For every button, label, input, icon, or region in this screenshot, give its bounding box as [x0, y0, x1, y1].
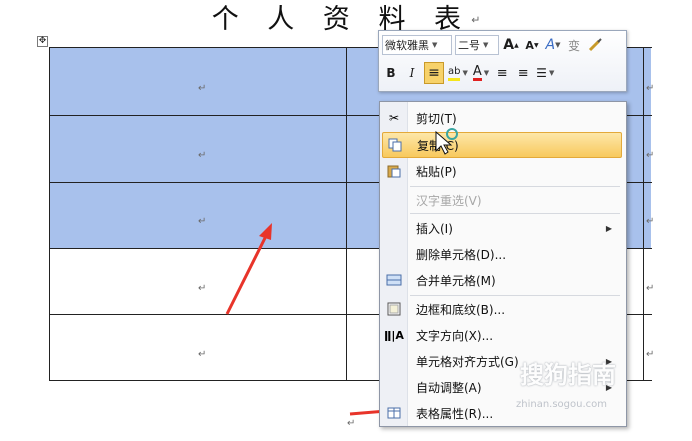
menu-separator [410, 213, 620, 214]
bullets-icon: ☰ [536, 66, 547, 80]
mini-toolbar: 微软雅黑 ▼ 二号 ▼ A ▲ A ▼ A ▼ 变 B I ≡ ab ▼ A ▼ ≡ ≡ ☰ ▼ [378, 30, 627, 92]
menu-separator [410, 186, 620, 187]
submenu-arrow-icon: ▶ [605, 223, 612, 233]
shrink-font-icon: A [525, 38, 534, 52]
menu-item-label: 边框和底纹(B)... [416, 302, 506, 317]
menu-item-paste[interactable]: 粘贴(P) [382, 159, 622, 183]
center-align-button[interactable]: ≡ [424, 62, 444, 84]
chevron-down-icon: ▼ [432, 41, 438, 49]
chevron-down-icon: ▼ [483, 41, 489, 49]
styles-icon: A [545, 37, 556, 53]
menu-item-label: 插入(I) [416, 221, 453, 236]
bullets-button[interactable]: ☰ ▼ [535, 63, 555, 83]
watermark-url: zhinan.sogou.com [516, 399, 608, 410]
menu-item-reconversion: 汉字重选(V) [382, 188, 622, 212]
decrease-indent-button[interactable]: ≡ [493, 63, 511, 83]
menu-item-copy[interactable]: 复制(C) [382, 132, 622, 158]
styles-button[interactable]: A ▼ [544, 35, 562, 55]
shrink-font-button[interactable]: A ▼ [523, 35, 541, 55]
font-name-value: 微软雅黑 [385, 39, 429, 52]
highlight-icon: ab [448, 66, 461, 81]
italic-icon: I [409, 66, 415, 80]
menu-item-cut[interactable]: ✂ 剪切(T) [382, 106, 622, 130]
menu-item-label: 合并单元格(M) [416, 273, 496, 288]
toolbar-row-bottom: B I ≡ ab ▼ A ▼ ≡ ≡ ☰ ▼ [382, 62, 558, 84]
menu-item-label: 删除单元格(D)... [416, 247, 507, 262]
highlight-button[interactable]: ab ▼ [447, 63, 469, 83]
format-painter-icon: 变 [567, 38, 580, 53]
paste-icon [382, 159, 406, 183]
scissors-icon: ✂ [388, 111, 400, 125]
menu-item-label: 剪切(T) [416, 111, 457, 126]
arrow-up-head [259, 223, 272, 240]
font-size-value: 二号 [458, 39, 480, 52]
menu-item-insert[interactable]: 插入(I) ▶ [382, 216, 622, 240]
arrow-up-shaft [225, 235, 268, 315]
menu-item-label: 自动调整(A) [416, 380, 482, 395]
menu-item-label: 表格属性(R)... [416, 406, 494, 421]
menu-item-borders-shading[interactable]: 边框和底纹(B)... [382, 297, 622, 321]
table-properties-icon [382, 401, 406, 425]
menu-item-label: 粘贴(P) [416, 164, 457, 179]
decrease-indent-icon: ≡ [496, 65, 508, 81]
paintbrush-icon [588, 38, 602, 52]
paintbrush-button[interactable] [586, 35, 604, 55]
increase-indent-icon: ≡ [517, 65, 529, 81]
menu-item-label: 单元格对齐方式(G) [416, 354, 519, 369]
toolbar-row-top: 微软雅黑 ▼ 二号 ▼ A ▲ A ▼ A ▼ 变 [382, 34, 607, 56]
font-color-button[interactable]: A ▼ [472, 63, 490, 83]
center-align-icon: ≡ [428, 65, 440, 81]
borders-icon [382, 297, 406, 321]
bold-icon: B [386, 66, 396, 80]
italic-button[interactable]: I [403, 63, 421, 83]
menu-separator [410, 295, 620, 296]
menu-item-merge-cells[interactable]: 合并单元格(M) [382, 268, 622, 292]
copy-icon [383, 133, 407, 157]
text-direction-icon: ǁ|A [384, 328, 404, 342]
font-name-select[interactable]: 微软雅黑 ▼ [382, 35, 452, 55]
font-color-icon: A [472, 64, 482, 81]
bold-button[interactable]: B [382, 63, 400, 83]
grow-font-icon: A [503, 37, 515, 53]
menu-item-label: 汉字重选(V) [416, 193, 482, 208]
menu-item-text-direction[interactable]: ǁ|A 文字方向(X)... [382, 323, 622, 347]
menu-item-label: 文字方向(X)... [416, 328, 494, 343]
font-size-select[interactable]: 二号 ▼ [455, 35, 499, 55]
merge-cells-icon [382, 268, 406, 292]
format-painter-button[interactable]: 变 [565, 35, 583, 55]
increase-indent-button[interactable]: ≡ [514, 63, 532, 83]
grow-font-button[interactable]: A ▲ [502, 35, 520, 55]
mouse-cursor-icon [435, 128, 458, 155]
watermark-logo: 搜狗指南 [520, 361, 616, 389]
menu-item-delete-cells[interactable]: 删除单元格(D)... [382, 242, 622, 266]
